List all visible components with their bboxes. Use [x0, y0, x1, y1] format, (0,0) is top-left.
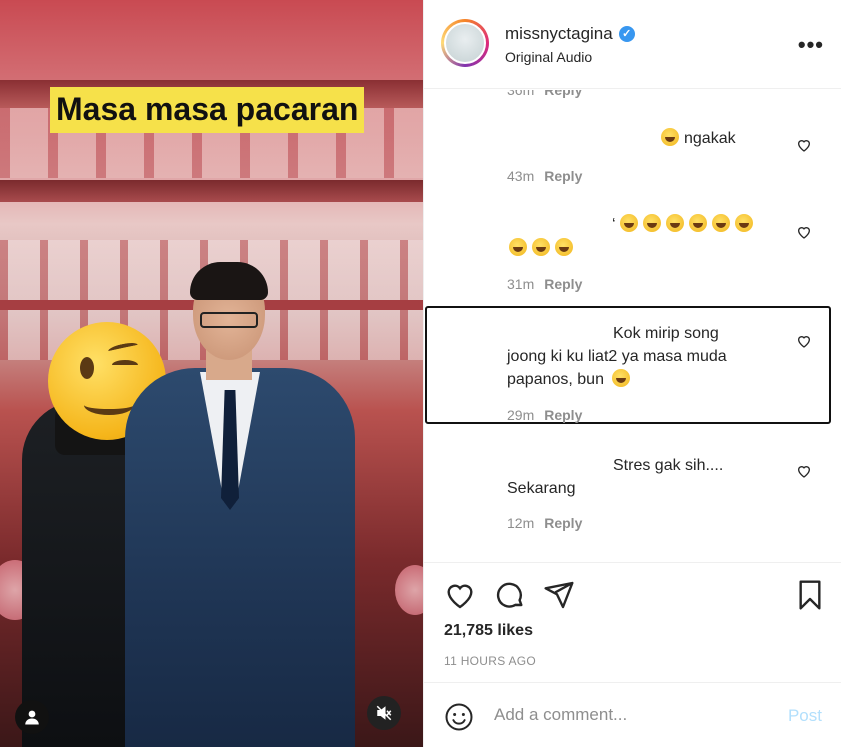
- reply-button[interactable]: Reply: [544, 407, 582, 423]
- like-comment-heart-icon[interactable]: [796, 463, 812, 479]
- comment-prefix: ‘: [612, 216, 616, 233]
- comment-time: 43m: [507, 168, 535, 184]
- post-actions: 21,785 likes 11 HOURS AGO: [424, 562, 841, 682]
- like-comment-heart-icon[interactable]: [796, 224, 812, 240]
- comment-time: 29m: [507, 407, 535, 423]
- sweat-smile-emoji-icon: [612, 369, 631, 387]
- background-roof-lower: [0, 180, 423, 202]
- comment-text-line2: [509, 238, 578, 260]
- verified-badge-icon: ✓: [618, 26, 635, 42]
- laughing-emoji-icon: [712, 214, 731, 232]
- emoji-eye: [80, 357, 94, 379]
- comment-body: Sekarang: [507, 480, 576, 497]
- reply-button[interactable]: Reply: [544, 90, 582, 98]
- laughing-emoji-icon: [509, 238, 527, 256]
- laughing-emoji-icon: [555, 238, 573, 256]
- comment-text-line3: papanos, bun: [507, 369, 635, 391]
- comment-text: ‘: [612, 214, 758, 236]
- comment-meta: 29m Reply: [507, 407, 582, 423]
- author-username-row[interactable]: missnyctagina ✓: [505, 24, 635, 44]
- post-video[interactable]: Masa masa pacaran: [0, 0, 423, 747]
- save-bookmark-icon[interactable]: [794, 579, 826, 611]
- emoji-wink: [112, 360, 138, 370]
- share-send-icon[interactable]: [543, 579, 575, 611]
- comment-time: 31m: [507, 276, 535, 292]
- laughing-emoji-icon: [661, 128, 679, 146]
- man-glasses: [200, 312, 258, 328]
- comment-meta: 31m Reply: [507, 276, 582, 292]
- post-modal: Masa masa pacaran missnyctagina ✓ Origin…: [0, 0, 841, 747]
- comment-bubble-icon[interactable]: [494, 579, 526, 611]
- likes-count[interactable]: 21,785 likes: [444, 622, 533, 640]
- comment-body: joong ki ku liat2 ya masa muda: [507, 348, 727, 365]
- post-comment-button[interactable]: Post: [788, 706, 822, 726]
- emoji-picker-icon[interactable]: [444, 702, 474, 732]
- reply-button[interactable]: Reply: [544, 168, 582, 184]
- man-hair: [190, 262, 268, 300]
- audio-link[interactable]: Original Audio: [505, 49, 592, 65]
- comment-meta-clipped: 36m Reply: [507, 90, 582, 98]
- post-sidebar: missnyctagina ✓ Original Audio ••• 36m Re…: [423, 0, 841, 747]
- laughing-emoji-icon: [620, 214, 639, 232]
- like-comment-heart-icon[interactable]: [796, 333, 812, 349]
- lantern: [395, 565, 423, 615]
- laughing-emoji-icon: [666, 214, 685, 232]
- comment-body: ngakak: [684, 130, 736, 147]
- laughing-emoji-icon: [735, 214, 754, 232]
- like-heart-icon[interactable]: [444, 579, 476, 611]
- comment-input[interactable]: Add a comment...: [494, 705, 627, 725]
- reply-button[interactable]: Reply: [544, 515, 582, 531]
- more-options-icon[interactable]: •••: [798, 32, 824, 58]
- comment-meta: 12m Reply: [507, 515, 582, 531]
- tagged-user-icon[interactable]: [15, 700, 49, 734]
- comment-time: 36m: [507, 90, 535, 98]
- laughing-emoji-icon: [532, 238, 550, 256]
- comment-time: 12m: [507, 515, 535, 531]
- comment-body: papanos, bun: [507, 371, 604, 388]
- like-comment-heart-icon[interactable]: [796, 137, 812, 153]
- laughing-emoji-icon: [689, 214, 708, 232]
- comments-list[interactable]: 36m Reply ngakak 43m Reply ‘ 31m Reply K…: [424, 90, 841, 560]
- emoji-smile: [84, 395, 134, 415]
- reply-button[interactable]: Reply: [544, 276, 582, 292]
- comment-text: ngakak: [661, 128, 736, 150]
- laughing-emoji-icon: [643, 214, 662, 232]
- post-header: missnyctagina ✓ Original Audio •••: [424, 0, 841, 89]
- comment-body: Stres gak sih....: [613, 457, 724, 474]
- author-avatar[interactable]: [441, 19, 489, 67]
- mute-icon[interactable]: [367, 696, 401, 730]
- video-caption: Masa masa pacaran: [50, 87, 365, 133]
- add-comment-bar: Add a comment... Post: [424, 682, 841, 747]
- comment-body: Kok mirip song: [613, 325, 719, 342]
- post-timestamp[interactable]: 11 HOURS AGO: [444, 654, 536, 668]
- author-username[interactable]: missnyctagina: [505, 24, 613, 44]
- comment-meta: 43m Reply: [507, 168, 582, 184]
